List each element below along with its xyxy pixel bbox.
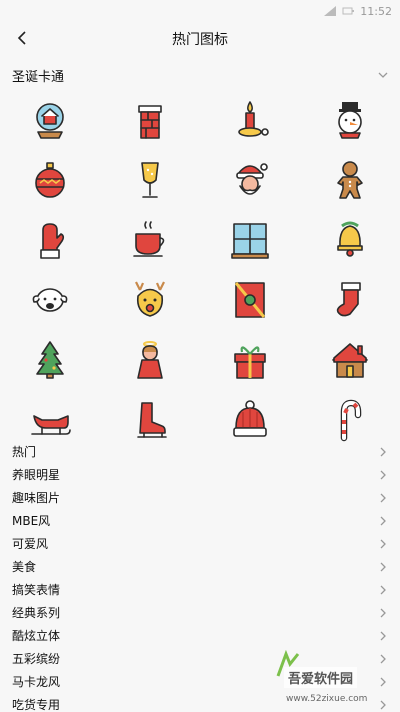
ornament-ball-icon bbox=[35, 162, 65, 198]
back-button[interactable] bbox=[10, 26, 34, 50]
section-title: 圣诞卡通 bbox=[12, 69, 65, 85]
champagne-glass-icon bbox=[141, 162, 159, 198]
chevron-right-icon bbox=[380, 608, 386, 617]
watermark-name: 吾爱软件园 bbox=[284, 667, 358, 688]
category-label: 五彩缤纷 bbox=[12, 652, 61, 666]
category-label: 吃货专用 bbox=[12, 698, 61, 712]
gift-card-icon bbox=[234, 282, 266, 318]
chevron-right-icon bbox=[380, 539, 386, 548]
icon-cell[interactable] bbox=[100, 330, 200, 390]
tea-cup-icon bbox=[133, 221, 165, 257]
icon-cell[interactable] bbox=[100, 150, 200, 210]
category-row[interactable]: 搞笑表情 bbox=[0, 578, 400, 601]
chevron-right-icon bbox=[380, 493, 386, 502]
chevron-down-icon bbox=[378, 72, 388, 78]
sheep-icon bbox=[32, 288, 68, 312]
icon-cell[interactable] bbox=[300, 90, 400, 150]
category-label: 趣味图片 bbox=[12, 491, 61, 505]
icon-cell[interactable] bbox=[300, 270, 400, 330]
category-row[interactable]: 可爱风 bbox=[0, 532, 400, 555]
icon-cell[interactable] bbox=[300, 150, 400, 210]
candy-cane-icon bbox=[340, 399, 362, 442]
santa-icon bbox=[236, 163, 268, 195]
category-row[interactable]: 养眼明星 bbox=[0, 463, 400, 486]
chevron-right-icon bbox=[380, 631, 386, 640]
category-label: 经典系列 bbox=[12, 606, 61, 620]
category-label: 搞笑表情 bbox=[12, 583, 61, 597]
watermark: 吾爱软件园 www.52zixue.com bbox=[274, 650, 394, 706]
sleigh-icon bbox=[31, 415, 71, 435]
gift-box-icon bbox=[234, 346, 266, 379]
knit-hat-icon bbox=[233, 400, 267, 437]
category-row[interactable]: 趣味图片 bbox=[0, 486, 400, 509]
angel-icon bbox=[137, 341, 163, 379]
icon-cell[interactable] bbox=[0, 270, 100, 330]
stocking-icon bbox=[336, 282, 361, 317]
category-label: 热门 bbox=[12, 445, 37, 459]
icon-cell[interactable] bbox=[0, 210, 100, 270]
chevron-right-icon bbox=[380, 585, 386, 594]
back-arrow-icon bbox=[17, 31, 26, 45]
category-row[interactable]: 美食 bbox=[0, 555, 400, 578]
category-label: 美食 bbox=[12, 560, 37, 574]
icon-cell[interactable] bbox=[200, 150, 300, 210]
reindeer-icon bbox=[135, 281, 165, 317]
icon-grid bbox=[0, 90, 400, 450]
page-title: 热门图标 bbox=[172, 32, 228, 48]
icon-cell[interactable] bbox=[0, 90, 100, 150]
icon-cell[interactable] bbox=[0, 330, 100, 390]
watermark-url: www.52zixue.com bbox=[286, 694, 368, 704]
icon-cell[interactable] bbox=[100, 90, 200, 150]
icon-cell[interactable] bbox=[200, 90, 300, 150]
signal-icon bbox=[324, 6, 337, 16]
category-label: 养眼明星 bbox=[12, 468, 61, 482]
category-label: MBE风 bbox=[12, 514, 51, 528]
candle-icon bbox=[238, 101, 269, 137]
icon-cell[interactable] bbox=[200, 270, 300, 330]
category-label: 酷炫立体 bbox=[12, 629, 61, 643]
icon-cell[interactable] bbox=[200, 330, 300, 390]
christmas-tree-icon bbox=[36, 341, 64, 379]
category-row[interactable]: 热门 bbox=[0, 440, 400, 463]
icon-cell[interactable] bbox=[0, 150, 100, 210]
bell-icon bbox=[337, 221, 363, 257]
snowman-icon bbox=[338, 102, 362, 139]
category-row[interactable]: MBE风 bbox=[0, 509, 400, 532]
gingerbread-man-icon bbox=[337, 161, 363, 199]
house-icon bbox=[332, 343, 368, 378]
ice-skate-icon bbox=[137, 402, 167, 438]
icon-cell[interactable] bbox=[300, 330, 400, 390]
chimney-icon bbox=[138, 105, 162, 139]
category-row[interactable]: 经典系列 bbox=[0, 601, 400, 624]
category-label: 马卡龙风 bbox=[12, 675, 61, 689]
chevron-right-icon bbox=[380, 516, 386, 525]
chevron-right-icon bbox=[380, 470, 386, 479]
window-icon bbox=[231, 223, 269, 259]
status-time: 11:52 bbox=[360, 4, 392, 18]
snow-globe-icon bbox=[36, 103, 64, 139]
icon-cell[interactable] bbox=[100, 210, 200, 270]
icon-cell[interactable] bbox=[100, 270, 200, 330]
icon-cell[interactable] bbox=[200, 210, 300, 270]
category-label: 可爱风 bbox=[12, 537, 49, 551]
status-bar: 11:52 bbox=[0, 0, 400, 22]
chevron-right-icon bbox=[380, 562, 386, 571]
mitten-icon bbox=[40, 223, 65, 259]
battery-icon bbox=[342, 7, 355, 15]
top-bar: 热门图标 bbox=[0, 22, 400, 56]
icon-cell[interactable] bbox=[300, 210, 400, 270]
section-header[interactable]: 圣诞卡通 bbox=[0, 62, 400, 88]
chevron-right-icon bbox=[380, 447, 386, 456]
category-row[interactable]: 酷炫立体 bbox=[0, 624, 400, 647]
